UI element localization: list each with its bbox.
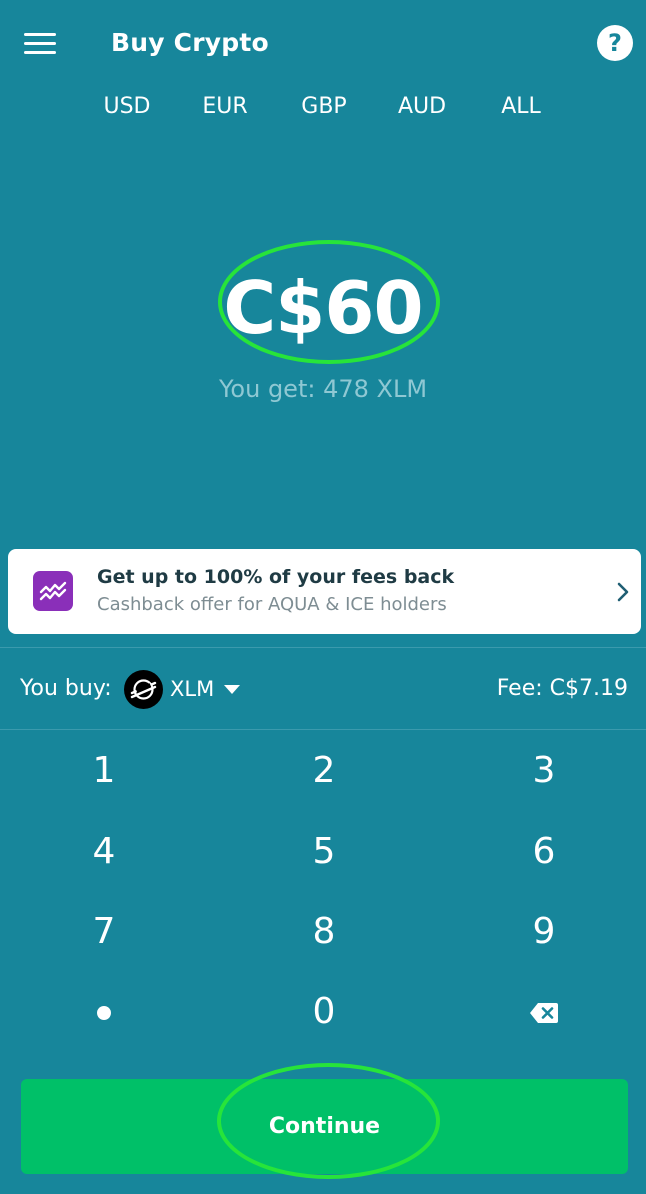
key-4[interactable]: 4 — [4, 813, 204, 891]
asset-selector-dropdown[interactable]: XLM — [124, 669, 252, 709]
chevron-right-icon — [617, 582, 629, 602]
hamburger-menu-icon[interactable] — [24, 31, 56, 55]
you-get-text: You get: 478 XLM — [218, 375, 428, 403]
key-0[interactable]: 0 — [224, 973, 424, 1051]
dot-icon — [97, 1006, 111, 1020]
key-5[interactable]: 5 — [224, 813, 424, 891]
key-3[interactable]: 3 — [444, 732, 644, 810]
page-title: Buy Crypto — [111, 28, 269, 57]
continue-button[interactable]: Continue — [21, 1079, 628, 1174]
asset-name: XLM — [170, 677, 215, 701]
promo-subtitle: Cashback offer for AQUA & ICE holders — [97, 594, 447, 615]
key-9[interactable]: 9 — [444, 893, 644, 971]
key-2[interactable]: 2 — [224, 732, 424, 810]
key-decimal-point[interactable] — [4, 973, 204, 1051]
currency-tabs: USD EUR GBP AUD ALL — [78, 90, 570, 124]
backspace-icon — [530, 1003, 558, 1023]
help-icon[interactable]: ? — [597, 25, 633, 61]
key-8[interactable]: 8 — [224, 893, 424, 971]
divider — [0, 647, 646, 648]
header: Buy Crypto ? — [0, 0, 646, 86]
numeric-keypad: 1 2 3 4 5 6 7 8 9 0 — [0, 732, 646, 1054]
chart-wave-icon — [33, 571, 73, 611]
promo-title: Get up to 100% of your fees back — [97, 566, 455, 588]
tab-usd[interactable]: USD — [78, 90, 176, 124]
you-buy-label: You buy: — [20, 676, 112, 701]
key-backspace[interactable] — [444, 973, 644, 1051]
key-6[interactable]: 6 — [444, 813, 644, 891]
key-7[interactable]: 7 — [4, 893, 204, 971]
fee-text: Fee: C$7.19 — [496, 676, 628, 701]
key-1[interactable]: 1 — [4, 732, 204, 810]
continue-label: Continue — [268, 1114, 381, 1139]
tab-all[interactable]: ALL — [472, 90, 570, 124]
tab-eur[interactable]: EUR — [176, 90, 274, 124]
tab-gbp[interactable]: GBP — [275, 90, 373, 124]
amount-highlight-circle — [218, 240, 440, 364]
divider — [0, 729, 646, 730]
caret-down-icon — [224, 685, 240, 694]
cashback-promo-card[interactable]: Get up to 100% of your fees back Cashbac… — [8, 549, 641, 634]
tab-aud[interactable]: AUD — [373, 90, 471, 124]
you-buy-row: You buy: XLM Fee: C$7.19 — [0, 649, 646, 729]
stellar-xlm-icon — [124, 670, 163, 709]
